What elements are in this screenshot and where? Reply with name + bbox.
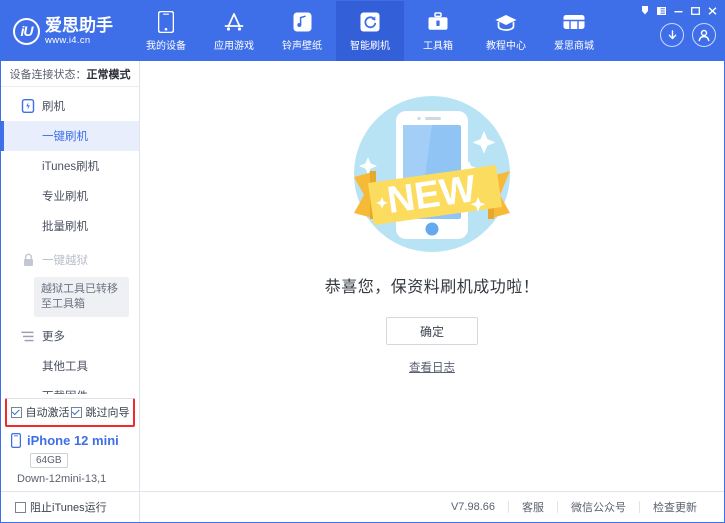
logo-url: www.i4.cn — [45, 36, 113, 46]
option-label: 阻止iTunes运行 — [30, 499, 107, 515]
close-icon[interactable] — [705, 4, 720, 17]
nav-item-toolbox[interactable]: 工具箱 — [404, 1, 472, 61]
sidebar-group-label: 一键越狱 — [42, 252, 88, 268]
app-version: V7.98.66 — [438, 501, 508, 513]
nav-label: 教程中心 — [486, 37, 526, 52]
status-bar: V7.98.66 客服 微信公众号 检查更新 — [140, 491, 724, 522]
main-nav: 我的设备 应用游戏 铃声壁纸 智能刷机 — [132, 1, 608, 61]
refresh-icon — [360, 10, 380, 34]
user-circle-icon[interactable] — [692, 23, 716, 47]
checkbox-block-itunes[interactable] — [15, 502, 26, 513]
option-block-itunes[interactable]: 阻止iTunes运行 — [15, 499, 107, 515]
nav-label: 智能刷机 — [350, 37, 390, 52]
flash-options-group: 自动激活 跳过向导 — [5, 398, 135, 427]
logo-title: 爱思助手 — [45, 17, 113, 34]
body-wrapper: 设备连接状态：正常模式 刷机 一键刷机 iTunes刷机 专业刷机 — [1, 61, 724, 522]
sidebar-item-itunes-flash[interactable]: iTunes刷机 — [1, 151, 139, 181]
apps-icon — [223, 10, 245, 34]
sidebar-nav: 刷机 一键刷机 iTunes刷机 专业刷机 批量刷机 — [1, 87, 139, 394]
sidebar-group-more[interactable]: 更多 — [1, 321, 139, 351]
connection-status-value: 正常模式 — [87, 66, 131, 82]
option-auto-activate[interactable]: 自动激活 — [11, 404, 70, 420]
sidebar-item-other-tools[interactable]: 其他工具 — [1, 351, 139, 381]
nav-label: 爱思商城 — [554, 37, 594, 52]
logo-mark-icon: iU — [13, 18, 40, 45]
confirm-button[interactable]: 确定 — [386, 317, 478, 345]
view-log-link[interactable]: 查看日志 — [409, 359, 455, 375]
wechat-official-link[interactable]: 微信公众号 — [558, 499, 639, 515]
sidebar-item-pro-flash[interactable]: 专业刷机 — [1, 181, 139, 211]
result-content: NEW 恭喜您，保资料刷机成功啦！ 确定 查看日志 — [140, 61, 724, 491]
sidebar-item-batch-flash[interactable]: 批量刷机 — [1, 211, 139, 241]
sidebar-item-download-firmware[interactable]: 下载固件 — [1, 381, 139, 394]
checkbox-auto-activate[interactable] — [11, 407, 22, 418]
music-icon — [293, 10, 312, 34]
sidebar-group-jailbreak: 一键越狱 — [1, 245, 139, 275]
lock-icon — [21, 253, 35, 267]
device-name: iPhone 12 mini — [27, 433, 119, 448]
phone-small-icon — [11, 433, 21, 448]
option-label: 自动激活 — [26, 404, 70, 420]
sidebar-item-one-key-flash[interactable]: 一键刷机 — [1, 121, 139, 151]
nav-label: 应用游戏 — [214, 37, 254, 52]
sidebar-item-label: iTunes刷机 — [42, 158, 99, 174]
nav-item-ringtones-wallpaper[interactable]: 铃声壁纸 — [268, 1, 336, 61]
nav-item-apps-games[interactable]: 应用游戏 — [200, 1, 268, 61]
option-skip-wizard[interactable]: 跳过向导 — [71, 404, 130, 420]
nav-item-store[interactable]: 爱思商城 — [540, 1, 608, 61]
app-header: iU 爱思助手 www.i4.cn 我的设备 应用游戏 — [1, 1, 724, 61]
jailbreak-tooltip: 越狱工具已转移至工具箱 — [34, 277, 129, 317]
panel-icon[interactable] — [654, 4, 669, 17]
pin-icon[interactable] — [637, 4, 652, 17]
window-controls — [637, 4, 720, 17]
graduation-cap-icon — [494, 10, 518, 34]
main-panel: NEW 恭喜您，保资料刷机成功啦！ 确定 查看日志 V7.98.66 客服 微信… — [140, 61, 724, 522]
maximize-icon[interactable] — [688, 4, 703, 17]
sidebar-group-label: 刷机 — [42, 98, 65, 114]
menu-lines-icon — [21, 329, 35, 343]
app-logo[interactable]: iU 爱思助手 www.i4.cn — [1, 1, 132, 61]
sidebar-group-flash[interactable]: 刷机 — [1, 91, 139, 121]
sidebar-item-label: 其他工具 — [42, 358, 88, 374]
device-capacity: 64GB — [30, 453, 68, 468]
nav-label: 我的设备 — [146, 37, 186, 52]
minimize-icon[interactable] — [671, 4, 686, 17]
sidebar-group-label: 更多 — [42, 328, 65, 344]
new-badge-phone-illustration: NEW — [332, 79, 532, 269]
check-update-link[interactable]: 检查更新 — [640, 499, 710, 515]
connection-status: 设备连接状态：正常模式 — [1, 61, 139, 87]
sidebar-item-label: 下载固件 — [42, 388, 88, 394]
checkbox-skip-wizard[interactable] — [71, 407, 82, 418]
sidebar-footer: 阻止iTunes运行 — [1, 491, 139, 522]
sidebar-item-label: 一键刷机 — [42, 128, 88, 144]
customer-service-link[interactable]: 客服 — [509, 499, 557, 515]
header-right-actions — [660, 23, 716, 47]
sidebar-item-label: 专业刷机 — [42, 188, 88, 204]
nav-item-my-device[interactable]: 我的设备 — [132, 1, 200, 61]
option-label: 跳过向导 — [86, 404, 130, 420]
success-message: 恭喜您，保资料刷机成功啦！ — [325, 273, 540, 297]
sidebar: 设备连接状态：正常模式 刷机 一键刷机 iTunes刷机 专业刷机 — [1, 61, 140, 522]
nav-label: 铃声壁纸 — [282, 37, 322, 52]
connection-status-label: 设备连接状态： — [10, 66, 87, 82]
nav-label: 工具箱 — [423, 37, 453, 52]
store-icon — [562, 10, 586, 34]
app-window: iU 爱思助手 www.i4.cn 我的设备 应用游戏 — [0, 0, 725, 523]
connected-device-info[interactable]: iPhone 12 mini 64GB Down-12mini-13,1 — [1, 427, 139, 491]
nav-item-smart-flash[interactable]: 智能刷机 — [336, 1, 404, 61]
nav-item-tutorial-center[interactable]: 教程中心 — [472, 1, 540, 61]
phone-icon — [158, 10, 174, 34]
device-name-row: iPhone 12 mini — [11, 433, 139, 448]
download-circle-icon[interactable] — [660, 23, 684, 47]
flash-phone-icon — [21, 99, 35, 113]
device-identifier: Down-12mini-13,1 — [17, 473, 139, 485]
toolbox-icon — [427, 10, 449, 34]
sidebar-item-label: 批量刷机 — [42, 218, 88, 234]
